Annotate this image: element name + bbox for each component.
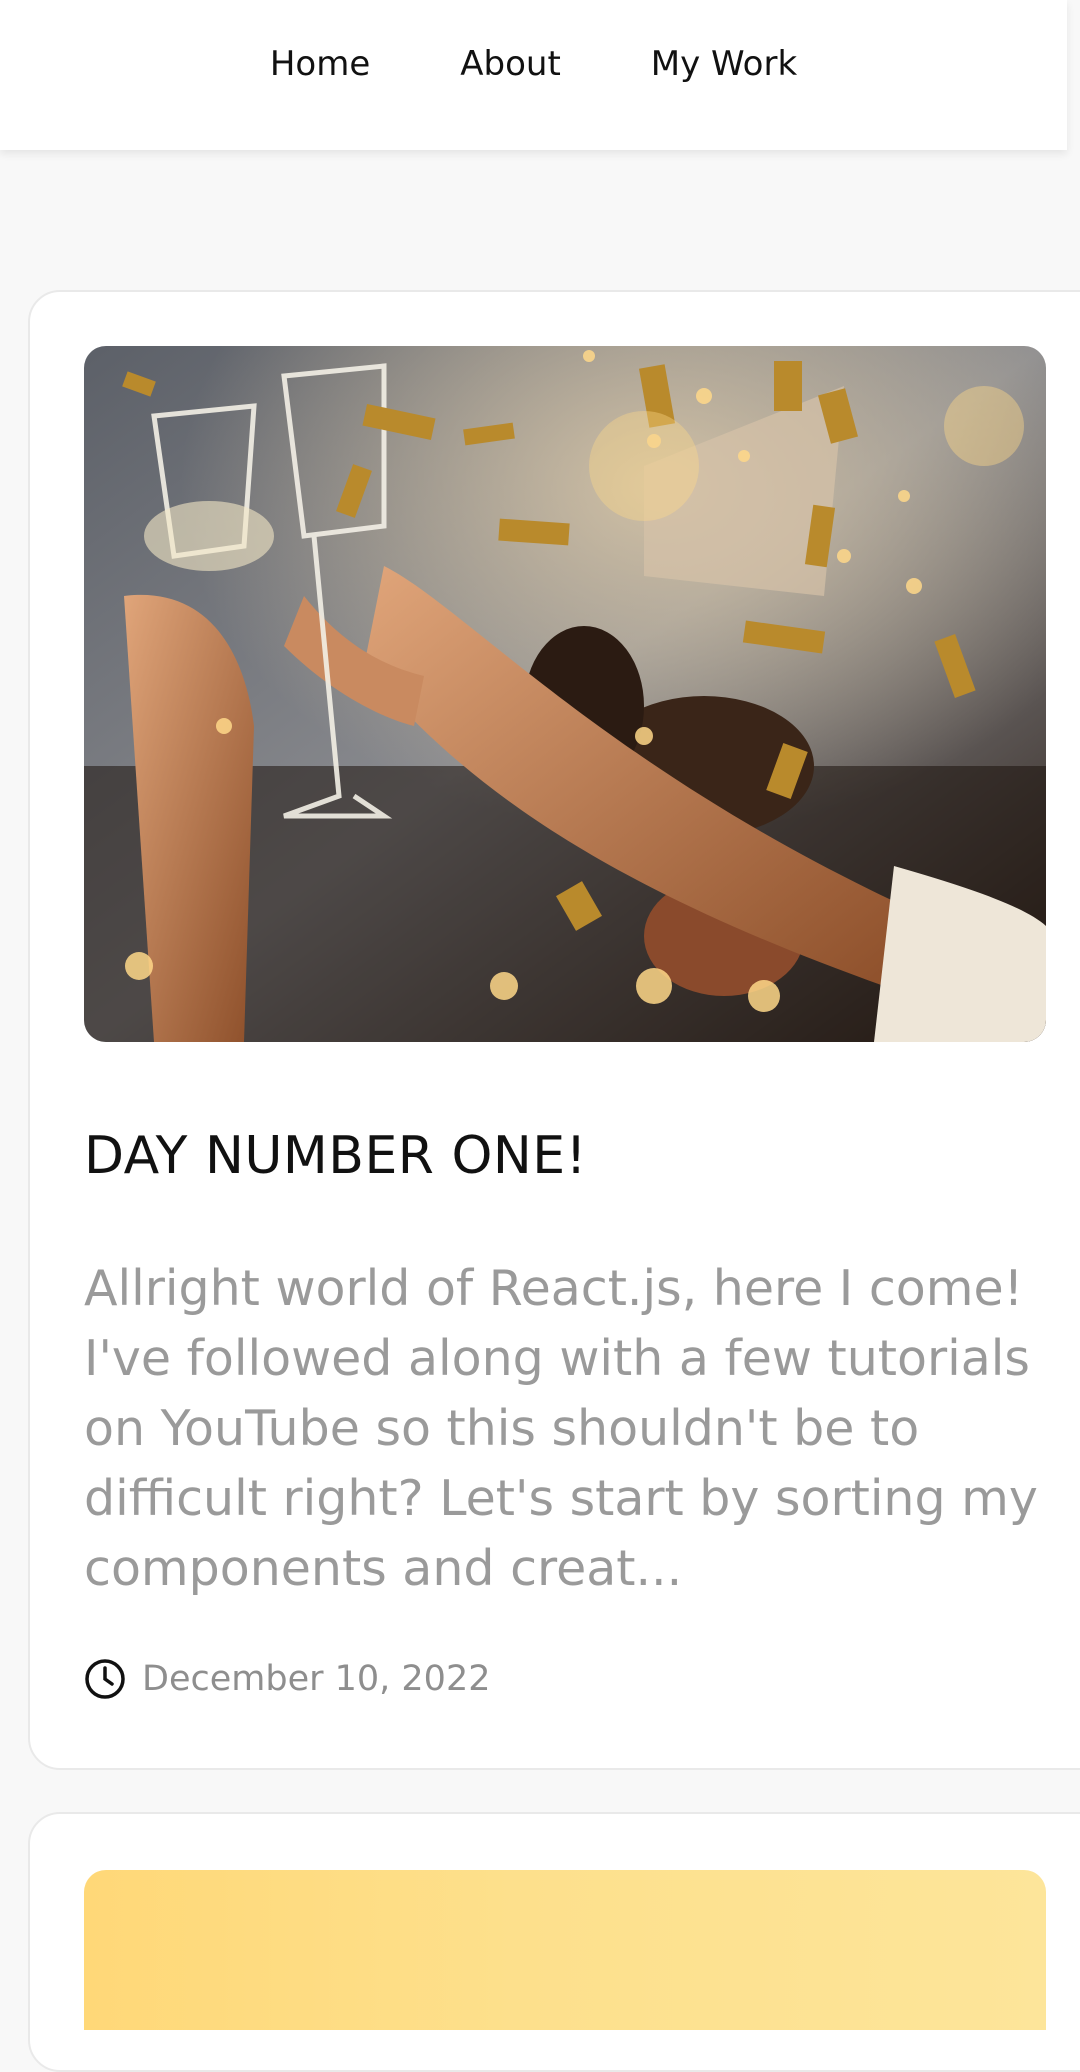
post-excerpt: Allright world of React.js, here I come!… [84,1260,1038,1597]
post-date: December 10, 2022 [142,1659,491,1699]
nav-my-work-link[interactable]: My Work [651,44,797,84]
party-celebration-photo-icon [84,346,1046,1042]
nav-about-link[interactable]: About [460,44,561,84]
post-title[interactable]: DAY NUMBER ONE! [84,1126,1024,1186]
nav-links: Home About My Work [0,0,1067,128]
clock-icon [84,1658,126,1700]
top-navigation: Home About My Work [0,0,1067,150]
post-image[interactable] [84,1870,1046,2030]
post-meta: December 10, 2022 [84,1658,490,1700]
post-image[interactable] [84,346,1046,1042]
nav-home-link[interactable]: Home [270,44,370,84]
